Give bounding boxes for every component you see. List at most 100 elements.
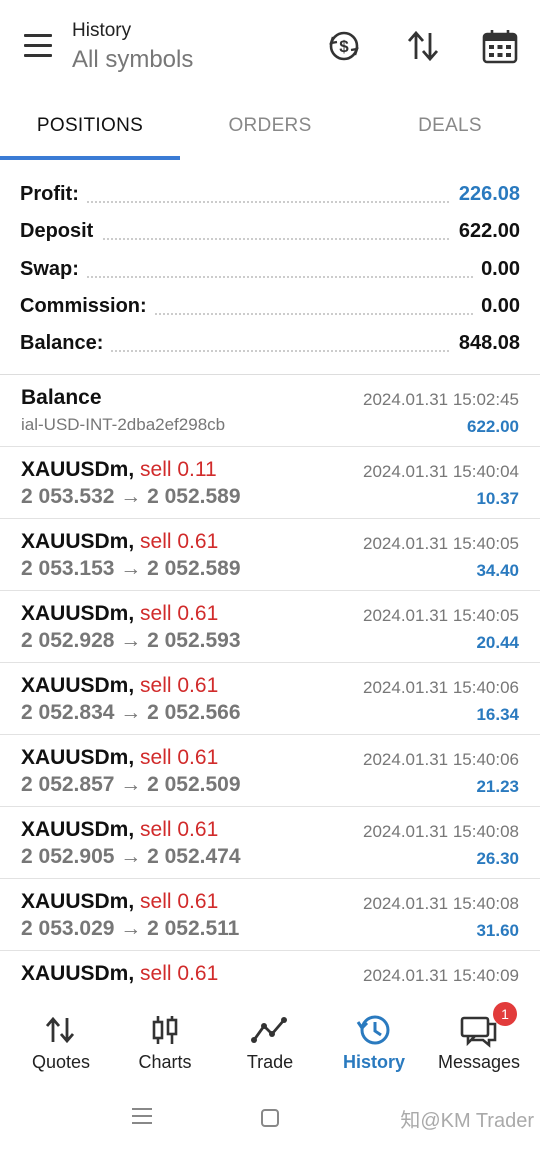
list-item[interactable]: XAUUSDm, sell 0.61 2 052.857 → 2 052.509… <box>0 735 540 807</box>
list-item[interactable]: XAUUSDm, sell 0.61 2 052.905 → 2 052.474… <box>0 807 540 879</box>
history-list[interactable]: Balance ial-USD-INT-2dba2ef298cb 2024.01… <box>0 375 540 990</box>
nav-charts[interactable]: Charts <box>111 990 219 1082</box>
deal-symbol-line: XAUUSDm, sell 0.61 <box>21 530 218 554</box>
deal-side: sell 0.61 <box>140 674 219 697</box>
bottom-navigation: Quotes Charts Trade History 1 Messages <box>0 990 540 1082</box>
deal-symbol: XAUUSDm, <box>21 674 135 697</box>
list-item[interactable]: XAUUSDm, sell 0.61 2 053.153 → 2 052.589… <box>0 519 540 591</box>
nav-history-label: History <box>342 1052 405 1072</box>
tab-orders[interactable]: ORDERS <box>180 100 360 158</box>
list-item[interactable]: XAUUSDm, sell 0.61 2024.01.31 15:40:09 <box>0 951 540 990</box>
deal-prices: 2 052.905 → 2 052.474 <box>21 845 241 868</box>
home-icon[interactable] <box>261 1109 279 1127</box>
summary-swap-row: Swap: 0.00 <box>20 250 520 284</box>
deal-time: 2024.01.31 15:40:05 <box>363 534 519 553</box>
deal-symbol-line: XAUUSDm, sell 0.61 <box>21 890 218 914</box>
currency-exchange-icon[interactable]: $ <box>324 26 364 66</box>
active-tab-indicator <box>0 156 180 160</box>
history-tabs: POSITIONS ORDERS DEALS <box>0 100 540 160</box>
nav-trade-label: Trade <box>246 1052 294 1072</box>
svg-text:$: $ <box>339 37 349 56</box>
deal-time: 2024.01.31 15:40:08 <box>363 894 519 913</box>
deal-symbol-line: XAUUSDm, sell 0.61 <box>21 746 218 770</box>
commission-value: 0.00 <box>473 295 520 318</box>
deposit-value: 622.00 <box>450 220 520 243</box>
summary-balance-row: Balance: 848.08 <box>20 324 520 358</box>
balance-entry-comment: ial-USD-INT-2dba2ef298cb <box>21 415 226 434</box>
swap-label: Swap: <box>20 258 87 281</box>
deal-side: sell 0.61 <box>140 746 219 769</box>
deal-profit: 34.40 <box>476 561 519 580</box>
deal-time: 2024.01.31 15:40:05 <box>363 606 519 625</box>
sort-icon[interactable] <box>403 26 443 66</box>
deal-symbol-line: XAUUSDm, sell 0.61 <box>21 962 218 986</box>
deal-time: 2024.01.31 15:40:06 <box>363 678 519 697</box>
deal-time: 2024.01.31 15:40:04 <box>363 462 519 481</box>
summary-deposit-row: Deposit 622.00 <box>20 212 520 246</box>
quotes-icon <box>41 1012 81 1048</box>
calendar-icon[interactable] <box>480 26 520 66</box>
deal-prices: 2 052.857 → 2 052.509 <box>21 773 241 796</box>
page-title: History <box>72 20 132 41</box>
deal-symbol: XAUUSDm, <box>21 962 135 985</box>
tab-positions[interactable]: POSITIONS <box>0 100 180 158</box>
charts-icon <box>145 1012 185 1048</box>
list-item[interactable]: XAUUSDm, sell 0.61 2 052.834 → 2 052.566… <box>0 663 540 735</box>
deal-symbol-line: XAUUSDm, sell 0.61 <box>21 818 218 842</box>
profit-value: 226.08 <box>450 183 520 206</box>
deal-symbol-line: XAUUSDm, sell 0.11 <box>21 458 217 482</box>
deal-time: 2024.01.31 15:40:08 <box>363 822 519 841</box>
deal-profit: 20.44 <box>476 633 519 652</box>
deal-prices: 2 053.029 → 2 052.511 <box>21 917 240 940</box>
deal-profit: 10.37 <box>476 489 519 508</box>
watermark: 知@KM Trader <box>400 1110 534 1132</box>
trade-icon <box>250 1012 290 1048</box>
nav-quotes[interactable]: Quotes <box>7 990 115 1082</box>
deal-side: sell 0.61 <box>140 962 219 985</box>
deal-profit: 16.34 <box>476 705 519 724</box>
summary-profit-row: Profit: 226.08 <box>20 175 520 209</box>
deal-profit: 21.23 <box>476 777 519 796</box>
deal-symbol: XAUUSDm, <box>21 818 135 841</box>
system-navigation-bar: 知@KM Trader <box>0 1082 540 1152</box>
deposit-label: Deposit <box>20 220 102 243</box>
recent-apps-icon[interactable] <box>132 1108 152 1126</box>
summary-commission-row: Commission: 0.00 <box>20 287 520 321</box>
nav-messages-label: Messages <box>437 1052 521 1072</box>
deal-time: 2024.01.31 15:40:09 <box>363 966 519 985</box>
balance-entry-amount: 622.00 <box>467 417 519 436</box>
nav-messages[interactable]: 1 Messages <box>425 990 533 1082</box>
history-icon <box>354 1012 394 1048</box>
deal-side: sell 0.11 <box>140 458 217 481</box>
balance-entry[interactable]: Balance ial-USD-INT-2dba2ef298cb 2024.01… <box>0 375 540 447</box>
deal-symbol: XAUUSDm, <box>21 530 135 553</box>
deal-profit: 26.30 <box>476 849 519 868</box>
tab-deals[interactable]: DEALS <box>360 100 540 158</box>
profit-label: Profit: <box>20 183 87 206</box>
deal-prices: 2 053.532 → 2 052.589 <box>21 485 241 508</box>
deal-symbol: XAUUSDm, <box>21 458 135 481</box>
deal-symbol-line: XAUUSDm, sell 0.61 <box>21 674 218 698</box>
balance-entry-time: 2024.01.31 15:02:45 <box>363 390 519 409</box>
deal-side: sell 0.61 <box>140 530 219 553</box>
messages-badge: 1 <box>493 1002 517 1026</box>
balance-entry-title: Balance <box>21 386 102 409</box>
deal-prices: 2 052.928 → 2 052.593 <box>21 629 241 652</box>
balance-value: 848.08 <box>450 332 520 355</box>
nav-charts-label: Charts <box>138 1052 192 1072</box>
balance-label: Balance: <box>20 332 112 355</box>
deal-side: sell 0.61 <box>140 890 219 913</box>
nav-quotes-label: Quotes <box>31 1052 91 1072</box>
hamburger-menu-icon[interactable] <box>24 34 60 60</box>
nav-history[interactable]: History <box>320 990 428 1082</box>
nav-trade[interactable]: Trade <box>216 990 324 1082</box>
deal-symbol: XAUUSDm, <box>21 890 135 913</box>
deal-profit: 31.60 <box>476 921 519 940</box>
deal-prices: 2 052.834 → 2 052.566 <box>21 701 241 724</box>
swap-value: 0.00 <box>473 258 520 281</box>
app-header: History All symbols $ <box>0 0 540 96</box>
symbol-filter[interactable]: All symbols <box>72 46 193 74</box>
list-item[interactable]: XAUUSDm, sell 0.61 2 053.029 → 2 052.511… <box>0 879 540 951</box>
list-item[interactable]: XAUUSDm, sell 0.11 2 053.532 → 2 052.589… <box>0 447 540 519</box>
list-item[interactable]: XAUUSDm, sell 0.61 2 052.928 → 2 052.593… <box>0 591 540 663</box>
